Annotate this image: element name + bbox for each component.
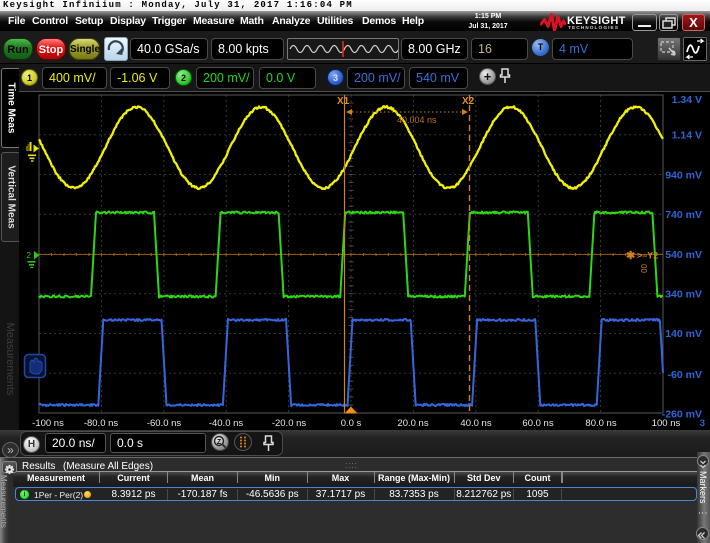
svg-text:Z: Z [217,439,222,446]
